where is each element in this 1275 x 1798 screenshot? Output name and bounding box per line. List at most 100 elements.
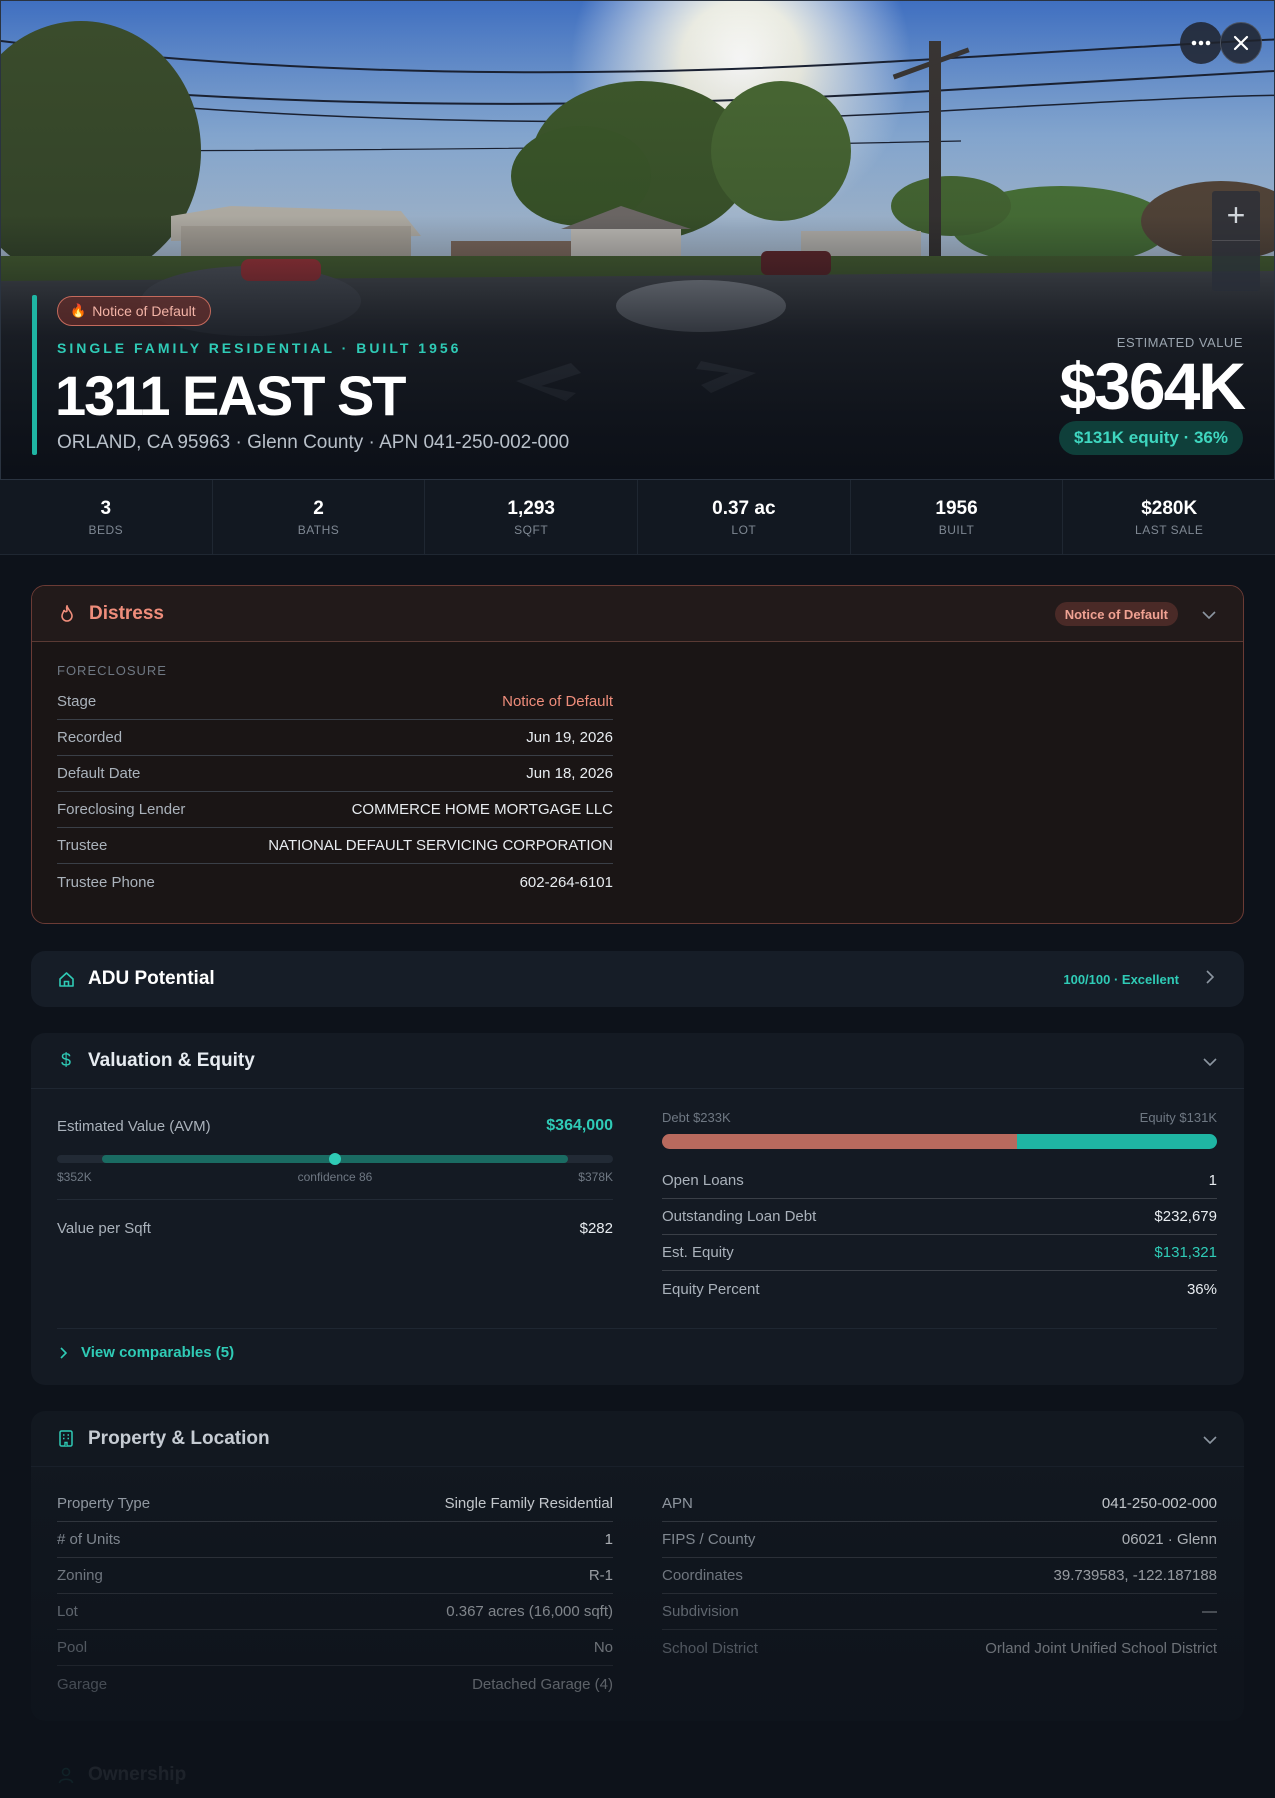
property-row: Garage Detached Garage (4) xyxy=(57,1666,613,1702)
distress-status-badge: Notice of Default xyxy=(1054,602,1178,626)
hero-distress-badge-label: Notice of Default xyxy=(92,303,196,319)
chevron-right-icon[interactable] xyxy=(1201,970,1219,988)
adu-card-header[interactable]: ADU Potential 100/100 · Excellent xyxy=(31,951,1244,1007)
avm-range-high: $378K xyxy=(578,1170,613,1184)
adu-card-title: ADU Potential xyxy=(88,968,215,989)
adu-score: 100/100 · Excellent xyxy=(1063,971,1179,987)
row-value: Jun 19, 2026 xyxy=(526,729,613,746)
loan-rows: Open Loans 1 Outstanding Loan Debt $232,67… xyxy=(662,1163,1217,1307)
property-row: Pool No xyxy=(57,1630,613,1666)
property-row: School District Orland Joint Unified Scho… xyxy=(662,1630,1217,1666)
valuation-card-header[interactable]: $ Valuation & Equity xyxy=(31,1033,1244,1089)
row-value: 041-250-002-000 xyxy=(1101,1495,1217,1512)
row-value: Orland Joint Unified School District xyxy=(985,1639,1217,1657)
foreclosure-rows: Stage Notice of Default Recorded Jun 19, 2… xyxy=(57,684,613,900)
property-row: APN 041-250-002-000 xyxy=(662,1486,1217,1522)
stat-baths: 2 BATHS xyxy=(213,480,426,554)
row-key: # of Units xyxy=(57,1531,121,1548)
adu-potential-card[interactable]: ADU Potential 100/100 · Excellent xyxy=(31,951,1244,1007)
avm-value: $364,000 xyxy=(546,1117,613,1134)
distress-card-title: Distress xyxy=(89,602,164,624)
dollar-icon: $ xyxy=(60,1050,71,1070)
ownership-card-header[interactable]: Ownership xyxy=(31,1747,1244,1798)
loan-row: Equity Percent 36% xyxy=(662,1271,1217,1307)
row-key: FIPS / County xyxy=(662,1531,756,1548)
foreclosure-section-label: FORECLOSURE xyxy=(57,663,167,678)
avm-section: Estimated Value (AVM) $364,000 xyxy=(57,1108,613,1144)
foreclosure-section: FORECLOSURE Stage Notice of Default Recor… xyxy=(57,663,613,900)
hero-accent-bar xyxy=(32,295,37,455)
street-view-hero[interactable]: 🔥 Notice of Default SINGLE FAMILY RESIDE… xyxy=(0,0,1275,480)
stat-value: 0.37 ac xyxy=(712,497,776,519)
row-value: No xyxy=(593,1639,613,1656)
value-per-sqft-value: $282 xyxy=(579,1220,613,1237)
avm-divider xyxy=(57,1199,613,1200)
row-value: $232,679 xyxy=(1154,1208,1217,1225)
ellipsis-icon xyxy=(1191,40,1211,46)
close-button[interactable] xyxy=(1220,22,1262,64)
stat-lot: 0.37 ac LOT xyxy=(638,480,851,554)
row-key: Default Date xyxy=(57,765,141,782)
property-card-header[interactable]: Property & Location xyxy=(31,1411,1244,1467)
zoom-out-button[interactable] xyxy=(1212,241,1260,291)
stat-built: 1956 BUILT xyxy=(851,480,1064,554)
row-key: Pool xyxy=(57,1639,88,1656)
zoom-in-button[interactable]: + xyxy=(1212,191,1260,241)
property-row: Lot 0.367 acres (16,000 sqft) xyxy=(57,1594,613,1630)
distress-card-header[interactable]: Distress Notice of Default xyxy=(32,586,1243,642)
chevron-down-icon[interactable] xyxy=(1200,606,1218,623)
stat-label: LAST SALE xyxy=(1135,522,1204,537)
row-value: 39.739583, -122.187188 xyxy=(1053,1567,1217,1584)
hero-distress-badge: 🔥 Notice of Default xyxy=(57,296,211,326)
avm-range-labels: $352K confidence 86 $378K xyxy=(57,1170,613,1186)
chevron-right-icon xyxy=(60,1346,67,1359)
equity-label: Equity $131K xyxy=(1139,1110,1217,1125)
equity-badge: $131K equity · 36% xyxy=(1058,421,1243,455)
row-key: Foreclosing Lender xyxy=(57,801,186,818)
stat-value: $280K xyxy=(1141,497,1198,519)
more-options-button[interactable] xyxy=(1180,22,1222,64)
debt-segment xyxy=(662,1134,1018,1149)
flame-icon xyxy=(57,604,77,623)
property-address-title: 1311 EAST ST xyxy=(55,364,407,427)
row-value: COMMERCE HOME MORTGAGE LLC xyxy=(351,801,613,818)
property-right-rows: APN 041-250-002-000 FIPS / County 06021 · … xyxy=(662,1486,1217,1666)
view-comparables-link[interactable]: View comparables (5) xyxy=(60,1344,234,1361)
map-zoom-controls: + xyxy=(1212,191,1260,291)
stat-last-sale: $280K LAST SALE xyxy=(1063,480,1275,554)
row-key: Property Type xyxy=(57,1495,151,1512)
valuation-card-title: Valuation & Equity xyxy=(88,1049,255,1071)
loan-row: Est. Equity $131,321 xyxy=(662,1235,1217,1271)
stat-sqft: 1,293 SQFT xyxy=(425,480,639,554)
row-value: Single Family Residential xyxy=(444,1495,613,1512)
row-key: Stage xyxy=(57,693,97,710)
property-row: FIPS / County 06021 · Glenn xyxy=(662,1522,1217,1558)
stat-label: BUILT xyxy=(938,522,975,537)
flame-icon: 🔥 xyxy=(70,303,87,318)
chevron-down-icon[interactable] xyxy=(1201,1053,1219,1070)
chevron-down-icon[interactable] xyxy=(1201,1431,1219,1448)
comps-divider xyxy=(57,1328,1217,1329)
ownership-card-title: Ownership xyxy=(88,1764,187,1785)
row-value: — xyxy=(1202,1603,1217,1620)
foreclosure-row: Stage Notice of Default xyxy=(57,684,613,720)
row-key: Coordinates xyxy=(662,1567,743,1584)
key-stats-bar: 3 BEDS 2 BATHS 1,293 SQFT 0.37 ac LOT 1956 BU… xyxy=(0,480,1275,555)
property-row: Subdivision — xyxy=(662,1594,1217,1630)
property-row: Coordinates 39.739583, -122.187188 xyxy=(662,1558,1217,1594)
ownership-card: Ownership xyxy=(31,1747,1244,1798)
row-value: 1 xyxy=(604,1531,613,1548)
value-per-sqft-row: Value per Sqft $282 xyxy=(57,1220,613,1237)
stat-label: BEDS xyxy=(88,522,124,537)
equity-segment xyxy=(1017,1134,1217,1149)
row-key: Zoning xyxy=(57,1567,103,1584)
view-comparables-label: View comparables (5) xyxy=(81,1344,235,1361)
row-key: Equity Percent xyxy=(662,1280,760,1298)
row-value: Detached Garage (4) xyxy=(472,1675,613,1693)
foreclosure-row: Foreclosing Lender COMMERCE HOME MORTGAGE… xyxy=(57,792,613,828)
row-value: 602-264-6101 xyxy=(519,873,613,891)
stat-label: BATHS xyxy=(297,522,340,537)
stat-label: LOT xyxy=(731,522,757,537)
row-value: 36% xyxy=(1186,1280,1217,1298)
row-key: School District xyxy=(662,1639,758,1657)
